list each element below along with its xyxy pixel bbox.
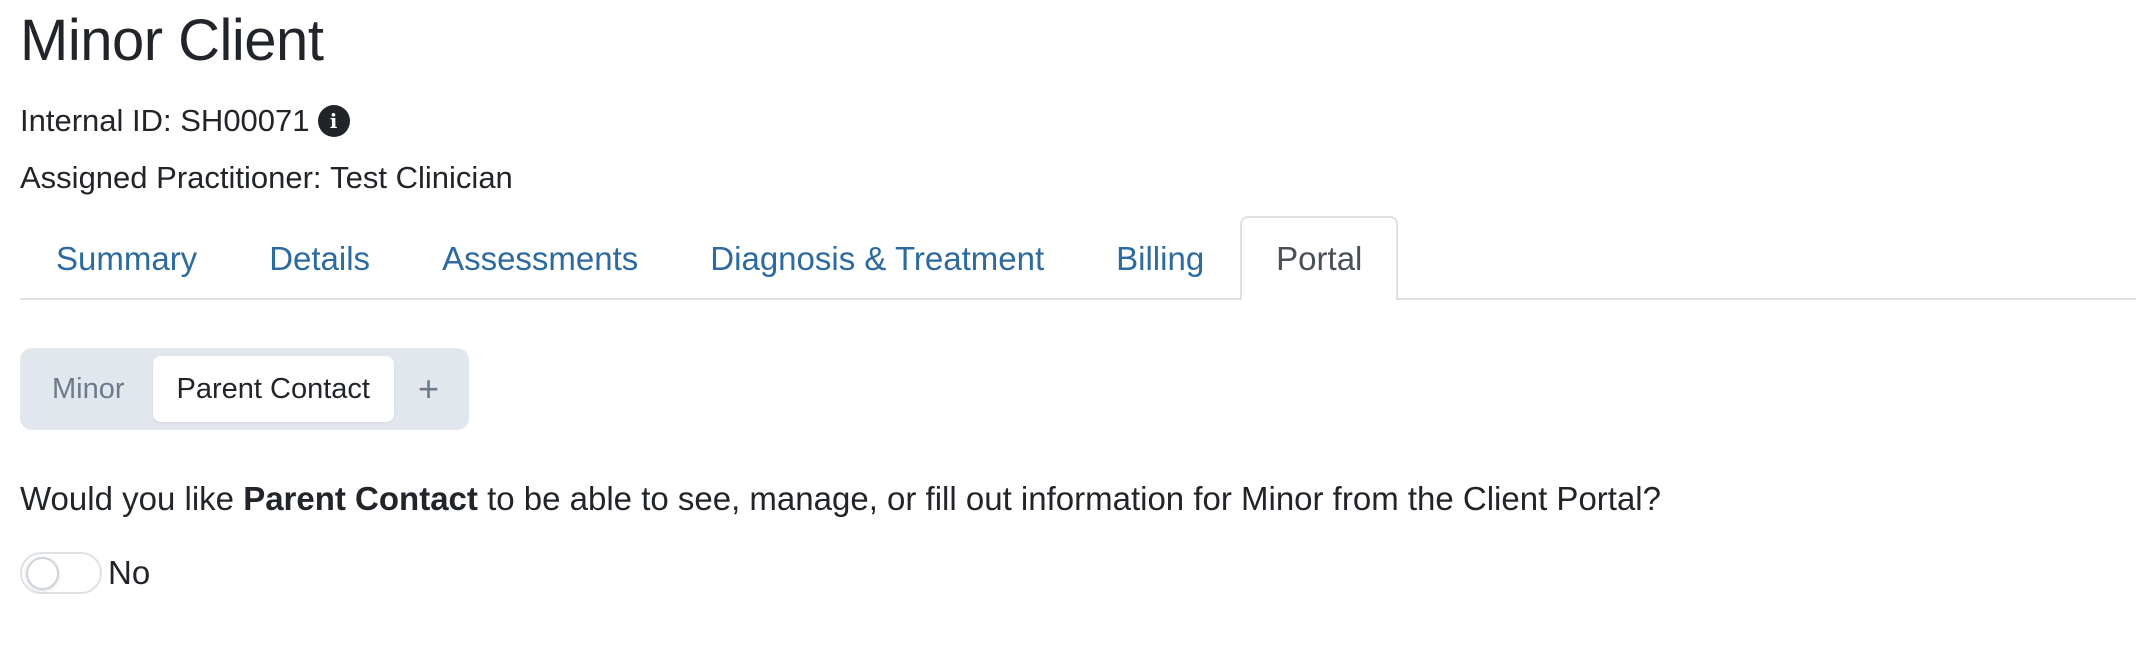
internal-id-value: SH00071 [180, 103, 310, 138]
add-contact-button[interactable]: + [398, 356, 461, 422]
tab-portal[interactable]: Portal [1240, 216, 1399, 301]
client-tabs: Summary Details Assessments Diagnosis & … [20, 216, 2136, 301]
tab-assessments[interactable]: Assessments [406, 218, 674, 298]
portal-access-toggle-row: No [20, 552, 2136, 595]
plus-icon: + [417, 368, 439, 410]
portal-contact-tabs: Minor Parent Contact + [20, 348, 469, 431]
practitioner-row: Assigned Practitioner: Test Clinician [20, 159, 2136, 196]
portal-access-question: Would you like Parent Contact to be able… [20, 480, 2136, 518]
practitioner-value: Test Clinician [330, 160, 513, 196]
client-page: Minor Client Internal ID: SH00071 i Assi… [0, 0, 2136, 595]
page-title: Minor Client [20, 8, 324, 73]
info-circle-icon[interactable]: i [317, 104, 350, 137]
internal-id-label: Internal ID: [20, 103, 172, 138]
tab-billing[interactable]: Billing [1080, 218, 1240, 298]
question-suffix: to be able to see, manage, or fill out i… [487, 480, 1661, 518]
toggle-knob [26, 557, 59, 591]
question-contact-name: Parent Contact [243, 480, 478, 518]
internal-id-row: Internal ID: SH00071 i [20, 102, 2136, 139]
portal-access-toggle[interactable] [20, 552, 102, 595]
practitioner-label: Assigned Practitioner: [20, 160, 322, 196]
tab-summary[interactable]: Summary [20, 218, 233, 298]
subtab-minor[interactable]: Minor [28, 356, 149, 422]
tab-diagnosis-treatment[interactable]: Diagnosis & Treatment [674, 218, 1080, 298]
subtab-parent-contact[interactable]: Parent Contact [152, 356, 394, 423]
tab-details[interactable]: Details [233, 218, 406, 298]
toggle-label: No [108, 554, 151, 592]
question-prefix: Would you like [20, 480, 235, 518]
